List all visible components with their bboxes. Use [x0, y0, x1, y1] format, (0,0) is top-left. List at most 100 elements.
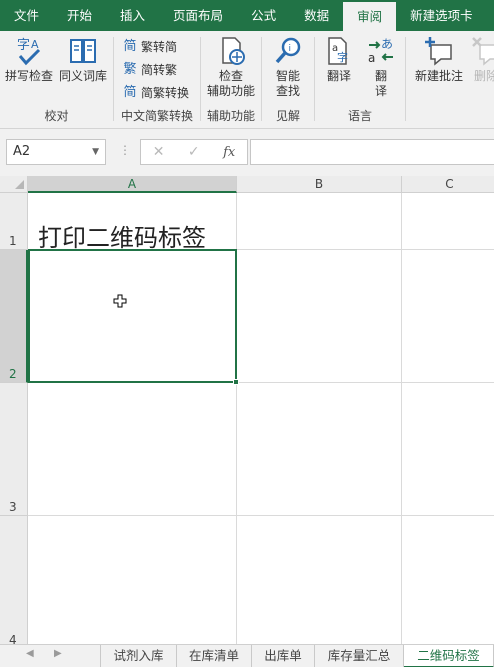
language-group-label: 语言: [347, 109, 372, 123]
name-box[interactable]: A2 ▼: [6, 139, 106, 165]
svg-text:字: 字: [17, 38, 30, 53]
name-box-value: A2: [13, 144, 31, 159]
scroll-left-icon[interactable]: ◀: [26, 648, 34, 659]
tab-formulas[interactable]: 公式: [237, 0, 290, 31]
new-comment-icon: [425, 37, 452, 66]
row-number: 3: [9, 500, 17, 514]
formula-bar: A2 ▼ ⋮ ✕ ✓ fx: [0, 129, 494, 176]
translate-label: 翻译: [326, 69, 351, 83]
column-header-b[interactable]: B: [237, 176, 402, 193]
row-header-1[interactable]: 1: [0, 193, 28, 250]
tab-insert[interactable]: 插入: [106, 0, 159, 31]
to-simplified-label: 简转繁: [141, 63, 178, 77]
smart-lookup-icon: i: [275, 37, 301, 64]
translate-document-button[interactable]: あ a 翻 译: [363, 35, 399, 99]
sheet-tab-outbound[interactable]: 出库单: [252, 645, 315, 667]
cell-a1[interactable]: 打印二维码标签: [38, 218, 206, 253]
translate-icon: a 字: [328, 37, 348, 65]
to-traditional-label: 繁转简: [141, 40, 178, 54]
check-accessibility-button[interactable]: 检查 辅助功能: [205, 35, 257, 99]
group-proofing: 字 A 拼写检查 同义词库 校对: [0, 31, 113, 127]
cancel-icon[interactable]: ✕: [153, 144, 165, 160]
tab-page-layout[interactable]: 页面布局: [159, 0, 237, 31]
row-number: 1: [9, 234, 17, 248]
smart-lookup-label-2: 查找: [275, 84, 300, 98]
cell-cursor-icon: [113, 294, 127, 308]
group-language: a 字 翻译 あ a 翻 译 语言: [315, 31, 405, 127]
selected-cell-a2[interactable]: [28, 249, 237, 383]
formula-buttons: ✕ ✓ fx: [140, 139, 248, 165]
row-number: 4: [9, 633, 17, 644]
translate2-label-1: 翻: [374, 69, 387, 83]
translate2-label-2: 译: [374, 84, 387, 98]
insights-group-label: 见解: [275, 109, 300, 123]
group-chinese-conversion: 简 繁转简 繁 简转繁 简 简繁转换 中文简繁转换: [114, 31, 200, 127]
formula-input[interactable]: [250, 139, 494, 165]
accessibility-group-label: 辅助功能: [206, 109, 255, 123]
tab-view[interactable]: 视: [487, 0, 494, 31]
delete-comment-icon: [472, 37, 494, 66]
tab-data[interactable]: 数据: [290, 0, 343, 31]
delete-comment-label: 删除: [473, 69, 494, 83]
spell-check-button[interactable]: 字 A 拼写检查: [4, 35, 54, 84]
insert-function-icon[interactable]: fx: [223, 145, 235, 160]
gridline: [401, 193, 402, 644]
check-accessibility-label-2: 辅助功能: [206, 84, 255, 98]
tab-file[interactable]: 文件: [0, 0, 53, 31]
sheet-tab-stock-summary[interactable]: 库存量汇总: [315, 645, 404, 667]
excel-window: 文件 开始 插入 页面布局 公式 数据 审阅 新建选项卡 视 字 A 拼写检查: [0, 0, 494, 667]
smart-lookup-label-1: 智能: [275, 69, 300, 83]
thesaurus-button[interactable]: 同义词库: [58, 35, 108, 84]
row-number: 2: [9, 367, 17, 381]
select-all-button[interactable]: [0, 176, 28, 193]
drag-handle-icon[interactable]: ⋮: [119, 143, 132, 157]
worksheet-grid[interactable]: A B C 1 2 3 4 打印二维码标签: [0, 176, 494, 644]
spell-check-label: 拼写检查: [4, 69, 53, 83]
scroll-right-icon[interactable]: ▶: [54, 648, 62, 659]
column-header-c[interactable]: C: [402, 176, 494, 193]
traditional-to-simplified-button[interactable]: 简 繁转简: [121, 37, 177, 57]
accessibility-check-icon: [222, 37, 245, 65]
tab-home[interactable]: 开始: [53, 0, 106, 31]
gridline: [28, 515, 494, 516]
sheet-tab-qr-labels[interactable]: 二维码标签: [404, 645, 494, 667]
sheet-tab-bar: ◀ ▶ 试剂入库 在库清单 出库单 库存量汇总 二维码标签: [0, 644, 494, 667]
proofing-group-label: 校对: [44, 109, 69, 123]
group-accessibility: 检查 辅助功能 辅助功能: [201, 31, 261, 127]
tab-new-tab[interactable]: 新建选项卡: [396, 0, 487, 31]
svg-text:あ: あ: [381, 37, 393, 51]
svg-text:字: 字: [337, 50, 348, 64]
sheet-tab-inventory-list[interactable]: 在库清单: [177, 645, 252, 667]
group-insights: i 智能 查找 见解: [262, 31, 314, 127]
sheet-tab-reagent-in[interactable]: 试剂入库: [100, 645, 177, 667]
conversion-label: 简繁转换: [141, 86, 190, 100]
simplified-to-traditional-button[interactable]: 繁 简转繁: [121, 60, 177, 80]
thesaurus-label: 同义词库: [58, 69, 107, 83]
translate-button[interactable]: a 字 翻译: [319, 35, 359, 84]
smart-lookup-button[interactable]: i 智能 查找: [266, 35, 310, 99]
new-comment-label: 新建批注: [414, 69, 463, 83]
chinese-conversion-button[interactable]: 简 简繁转换: [121, 83, 189, 103]
tab-review[interactable]: 审阅: [343, 2, 397, 31]
translate-arrows-icon: あ a: [368, 37, 393, 65]
row-header-4[interactable]: 4: [0, 516, 28, 644]
svg-text:a: a: [368, 51, 375, 65]
row-header-3[interactable]: 3: [0, 383, 28, 516]
fill-handle[interactable]: [233, 379, 239, 385]
svg-text:A: A: [31, 38, 39, 51]
traditional-icon: 简: [123, 39, 137, 54]
chevron-down-icon[interactable]: ▼: [92, 140, 99, 164]
delete-comment-button[interactable]: 删除: [468, 35, 494, 84]
simplified-icon: 繁: [123, 62, 137, 77]
new-comment-button[interactable]: 新建批注: [412, 35, 466, 84]
spell-check-icon: 字 A: [17, 38, 41, 66]
check-accessibility-label-1: 检查: [218, 69, 243, 83]
svg-text:i: i: [289, 44, 292, 54]
conversion-icon: 简: [123, 85, 137, 100]
column-header-a[interactable]: A: [28, 176, 237, 193]
enter-check-icon[interactable]: ✓: [188, 144, 200, 160]
row-header-2[interactable]: 2: [0, 250, 28, 383]
ribbon-review: 字 A 拼写检查 同义词库 校对 简 繁转简 繁 简转繁 简 简繁转换 中文简繁…: [0, 31, 494, 129]
group-comments: 新建批注 删除: [406, 31, 494, 127]
thesaurus-book-icon: [70, 39, 96, 63]
